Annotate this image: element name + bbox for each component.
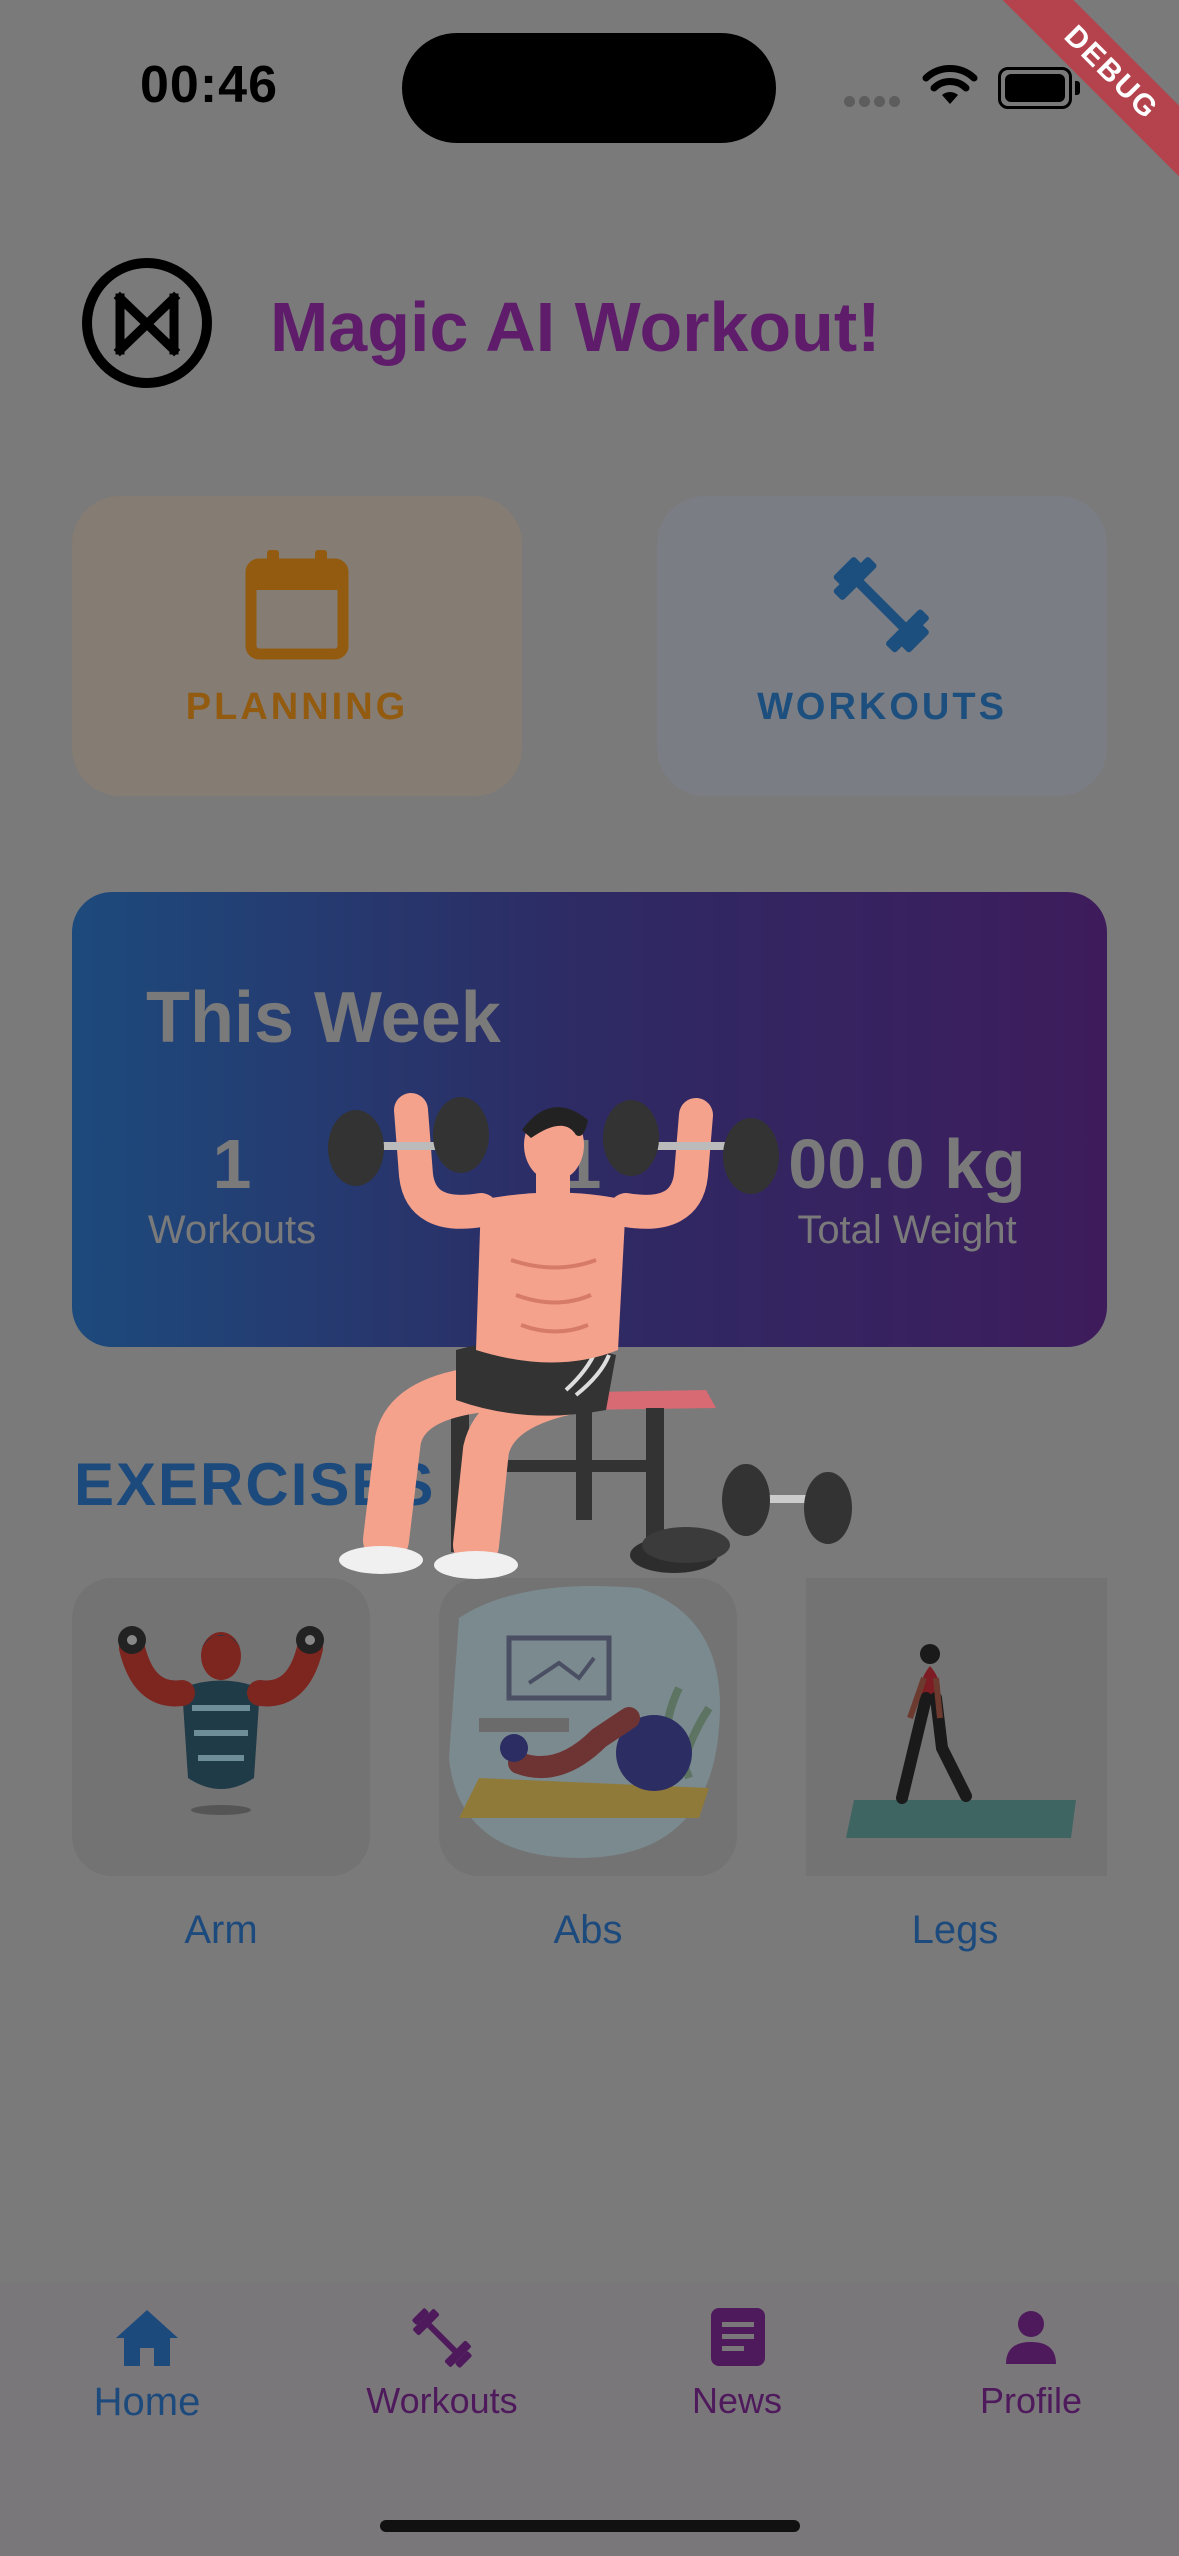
home-indicator[interactable] <box>380 2520 800 2532</box>
nav-workouts-label: Workouts <box>366 2380 518 2421</box>
workouts-stat: 1 Workouts <box>112 1124 352 1253</box>
exercise-label-arm[interactable]: Arm <box>72 1908 370 1953</box>
exercise-card-legs[interactable] <box>806 1578 1107 1876</box>
this-week-title: This Week <box>146 978 501 1058</box>
planning-label: PLANNING <box>185 686 409 728</box>
exercise-label-legs[interactable]: Legs <box>806 1908 1104 1953</box>
signal-dots-icon <box>844 94 904 112</box>
exercise-card-abs[interactable] <box>439 1578 737 1876</box>
magic-logo-icon[interactable] <box>80 256 214 390</box>
bench-press-man-illustration <box>328 1093 852 1579</box>
dynamic-island <box>402 33 776 143</box>
nav-news[interactable]: News <box>617 2306 857 2422</box>
exercise-card-arm[interactable] <box>72 1578 370 1876</box>
nav-news-label: News <box>691 2380 783 2421</box>
nav-profile-label: Profile <box>979 2380 1083 2421</box>
arm-exercise-illustration <box>118 1626 324 1815</box>
status-time: 00:46 <box>140 56 278 114</box>
workouts-button[interactable]: WORKOUTS <box>657 496 1107 796</box>
dumbbell-icon <box>412 2308 472 2368</box>
nav-workouts[interactable]: Workouts <box>322 2306 562 2422</box>
nav-home-label: Home <box>93 2380 201 2424</box>
abs-exercise-illustration <box>449 1586 720 1858</box>
person-icon <box>1006 2311 1056 2364</box>
app-title: Magic AI Workout! <box>270 288 881 366</box>
exercise-label-abs[interactable]: Abs <box>439 1908 737 1953</box>
nav-profile[interactable]: Profile <box>911 2306 1151 2422</box>
workouts-stat-label: Workouts <box>147 1208 317 1252</box>
news-icon <box>711 2308 765 2366</box>
legs-exercise-illustration <box>846 1644 1076 1838</box>
planning-button[interactable]: PLANNING <box>72 496 522 796</box>
workouts-count: 1 <box>212 1125 252 1203</box>
dumbbell-icon <box>833 557 929 653</box>
debug-banner: DEBUG <box>979 0 1179 200</box>
home-icon <box>116 2310 178 2366</box>
nav-home[interactable]: Home <box>27 2306 267 2425</box>
workouts-label: WORKOUTS <box>757 686 1007 728</box>
wifi-icon <box>922 65 978 104</box>
debug-banner-label: DEBUG <box>987 0 1179 197</box>
calendar-icon <box>245 550 349 660</box>
